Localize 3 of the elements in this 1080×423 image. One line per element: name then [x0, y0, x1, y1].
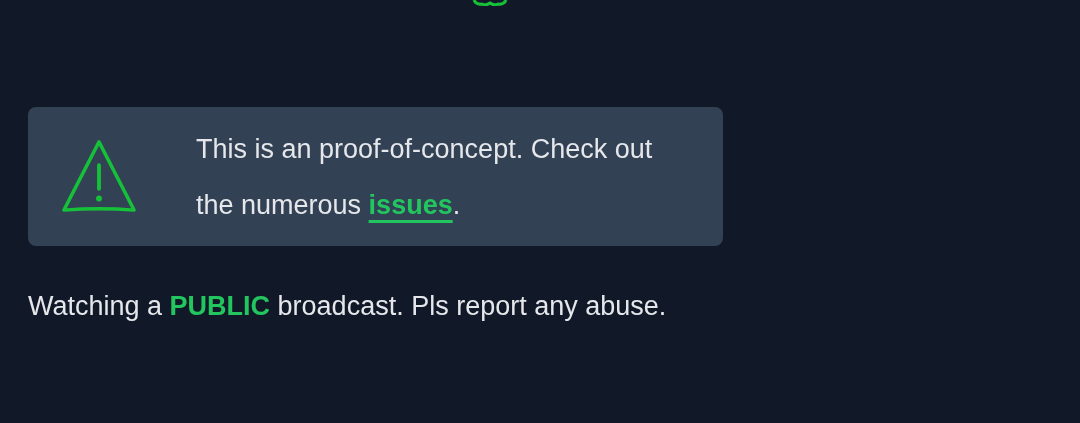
- issues-link[interactable]: issues: [368, 189, 453, 220]
- broadcast-notice: Watching a PUBLIC broadcast. Pls report any abuse.: [28, 290, 668, 323]
- alert-message: This is an proof-of-concept. Check out the numerous issues.: [196, 132, 654, 222]
